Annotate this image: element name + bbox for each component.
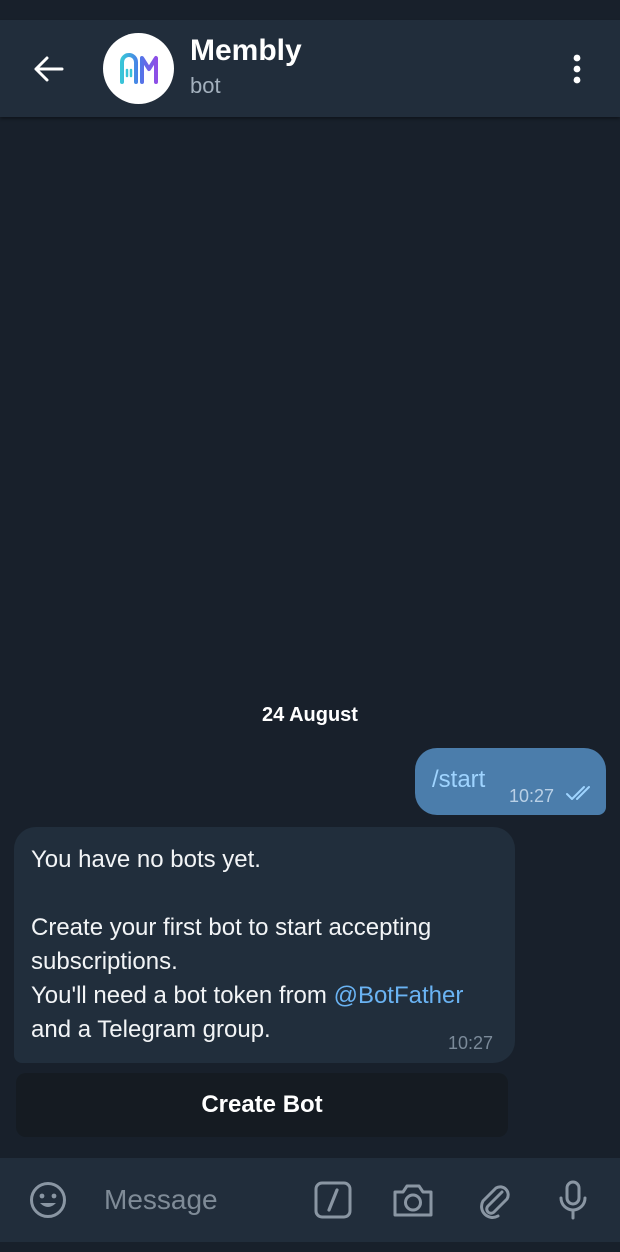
navigation-bar: [0, 1242, 620, 1252]
attach-icon: [480, 1185, 510, 1219]
emoji-icon: [30, 1182, 66, 1218]
camera-icon: [393, 1184, 433, 1217]
chat-title[interactable]: Membly: [190, 34, 302, 68]
botfather-mention-link[interactable]: @BotFather: [334, 982, 464, 1009]
message-line: You'll need a bot token from @BotFather: [31, 979, 501, 1013]
date-separator: 24 August: [262, 704, 358, 726]
message-line-blank: [31, 877, 501, 911]
message-composer: [0, 1158, 620, 1242]
message-line: Create your first bot to start accepting: [31, 914, 432, 941]
arrow-left-icon: [34, 56, 64, 82]
more-vertical-icon: [573, 54, 581, 84]
voice-button[interactable]: [551, 1178, 595, 1222]
chat-screen: Membly bot 24 August /start 10:27 You ha…: [0, 0, 620, 1252]
incoming-message[interactable]: You have no bots yet. Create your first …: [14, 827, 515, 1063]
outgoing-message-text[interactable]: /start: [432, 766, 485, 794]
message-time: 10:27: [509, 786, 555, 806]
bot-command-button[interactable]: [311, 1178, 355, 1222]
emoji-button[interactable]: [26, 1178, 70, 1222]
message-line-text: You'll need a bot token from: [31, 982, 334, 1009]
message-line: subscriptions.: [31, 948, 178, 975]
create-bot-button[interactable]: Create Bot: [16, 1073, 508, 1137]
avatar[interactable]: [103, 33, 174, 104]
membly-logo: [119, 52, 158, 84]
message-time: 10:27: [448, 1033, 494, 1053]
status-bar: [0, 0, 620, 20]
double-check-icon: [566, 786, 590, 800]
attach-button[interactable]: [472, 1178, 516, 1222]
more-button[interactable]: [560, 50, 594, 88]
back-button[interactable]: [24, 48, 72, 90]
microphone-icon: [559, 1180, 587, 1220]
message-line: and a Telegram group.: [31, 1016, 271, 1043]
message-line: You have no bots yet.: [31, 846, 261, 873]
chat-subtitle: bot: [190, 73, 221, 98]
outgoing-message[interactable]: /start 10:27: [415, 748, 606, 815]
message-input[interactable]: [104, 1176, 304, 1224]
chat-header: Membly bot: [0, 20, 620, 117]
camera-button[interactable]: [391, 1178, 435, 1222]
incoming-message-text: You have no bots yet. Create your first …: [31, 843, 501, 1047]
bot-command-icon: [314, 1181, 352, 1219]
